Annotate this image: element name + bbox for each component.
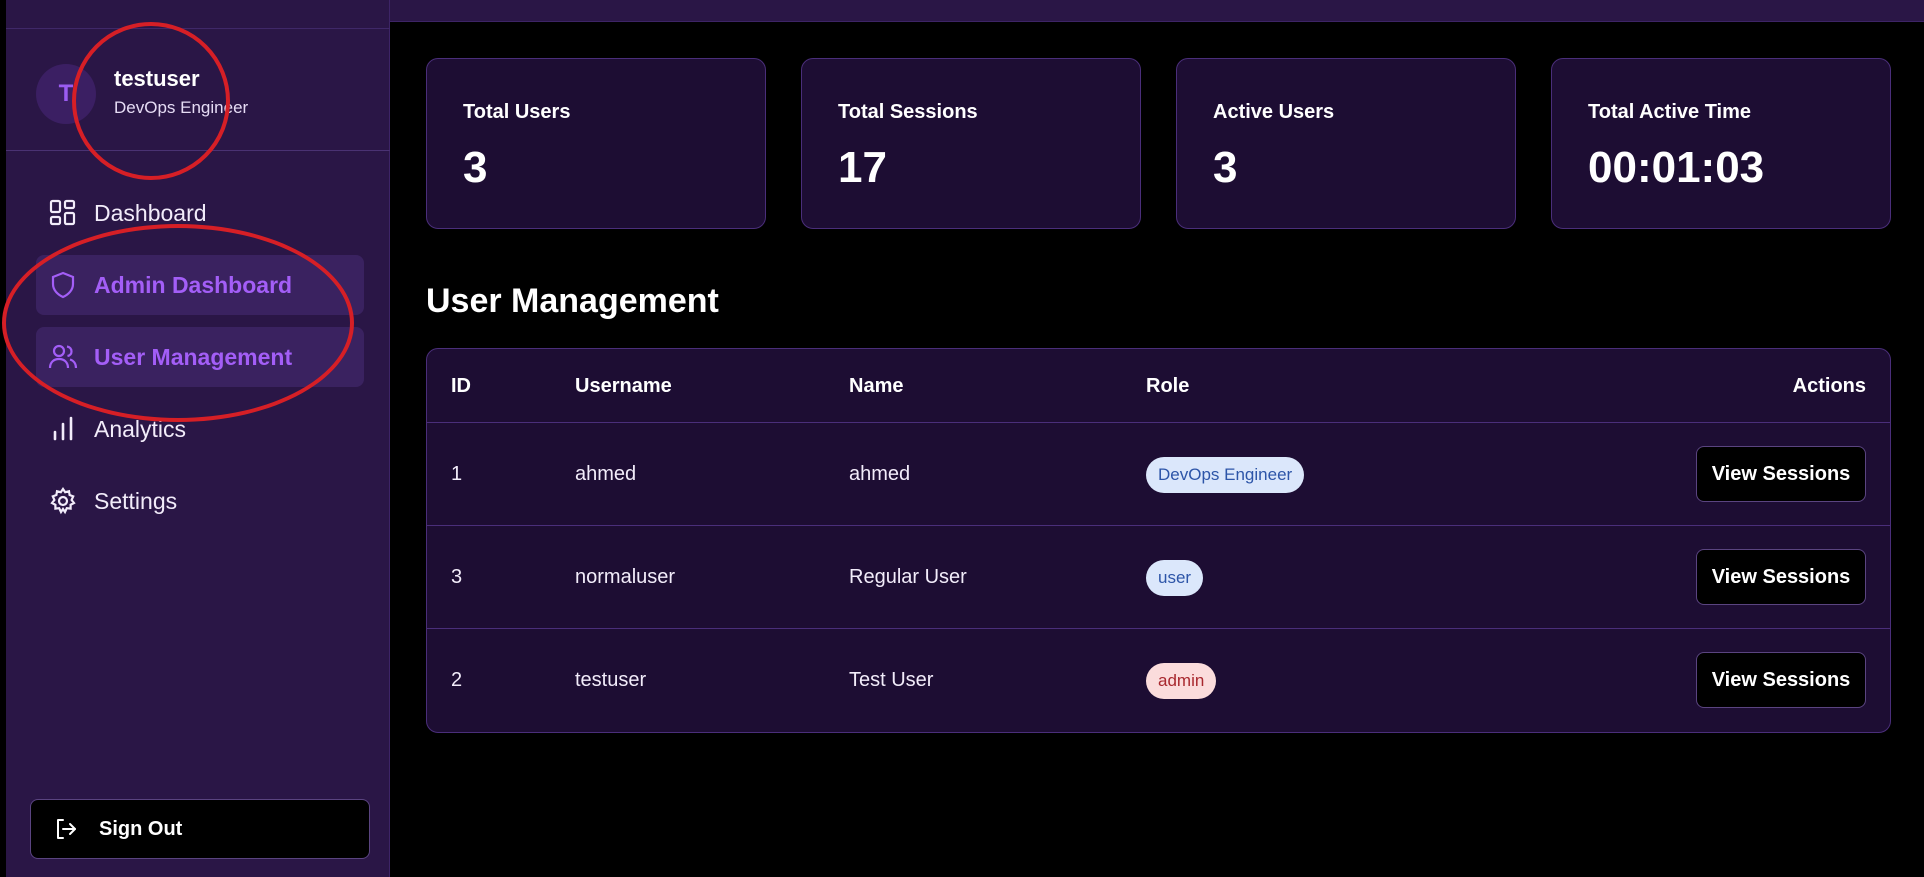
role-badge: admin (1146, 663, 1217, 699)
users-table: ID Username Name Role Actions 1 ahmed ah… (426, 348, 1891, 733)
page-title: User Management (426, 282, 719, 320)
stat-value: 3 (463, 143, 488, 192)
avatar: T (36, 64, 96, 124)
stat-card-active-users: Active Users 3 (1176, 58, 1516, 229)
sidebar-item-analytics[interactable]: Analytics (36, 399, 364, 459)
role-badge: DevOps Engineer (1146, 457, 1305, 493)
sign-out-button[interactable]: Sign Out (30, 799, 370, 859)
cell-name: Regular User (849, 566, 967, 588)
logout-icon (53, 816, 79, 842)
stat-value: 17 (838, 143, 887, 192)
sidebar-item-label: Settings (94, 487, 178, 514)
profile-name: testuser (114, 66, 200, 91)
profile-role: DevOps Engineer (114, 98, 249, 117)
sidebar-divider (6, 150, 390, 151)
sign-out-label: Sign Out (99, 817, 183, 840)
sidebar-item-settings[interactable]: Settings (36, 471, 364, 531)
cell-id: 3 (451, 566, 463, 588)
sidebar-item-label: Admin Dashboard (94, 271, 293, 298)
stat-title: Total Sessions (838, 101, 978, 123)
cell-id: 1 (451, 463, 463, 485)
users-icon (48, 342, 78, 372)
cell-name: ahmed (849, 463, 911, 485)
view-sessions-button[interactable]: View Sessions (1696, 652, 1866, 708)
cell-id: 2 (451, 669, 463, 691)
column-header-name: Name (849, 375, 904, 397)
stat-value: 3 (1213, 143, 1238, 192)
stat-value: 00:01:03 (1588, 143, 1765, 192)
top-bar (390, 0, 1924, 22)
bar-chart-icon (48, 414, 78, 444)
shield-icon (48, 270, 78, 300)
sidebar-top-divider (6, 28, 390, 29)
sidebar-item-dashboard[interactable]: Dashboard (36, 183, 364, 243)
table-row: 2 testuser Test User admin View Sessions (427, 629, 1890, 732)
sidebar-item-label: Analytics (94, 415, 187, 442)
sidebar-item-label: User Management (94, 343, 293, 370)
grid-icon (48, 198, 78, 228)
sidebar: T testuser DevOps Engineer Dashboard Adm… (6, 0, 390, 877)
stat-card-total-sessions: Total Sessions 17 (801, 58, 1141, 229)
view-sessions-button[interactable]: View Sessions (1696, 549, 1866, 605)
cell-username: ahmed (575, 463, 637, 485)
sidebar-item-user-management[interactable]: User Management (36, 327, 364, 387)
sidebar-item-admin-dashboard[interactable]: Admin Dashboard (36, 255, 364, 315)
cell-username: testuser (575, 669, 647, 691)
stat-title: Active Users (1213, 101, 1335, 123)
stat-card-total-active-time: Total Active Time 00:01:03 (1551, 58, 1891, 229)
cell-name: Test User (849, 669, 934, 691)
stat-card-total-users: Total Users 3 (426, 58, 766, 229)
gear-icon (48, 486, 78, 516)
role-badge: user (1146, 560, 1204, 596)
view-sessions-button[interactable]: View Sessions (1696, 446, 1866, 502)
column-header-username: Username (575, 375, 672, 397)
column-header-id: ID (451, 375, 471, 397)
column-header-actions: Actions (1792, 375, 1866, 397)
table-row: 1 ahmed ahmed DevOps Engineer View Sessi… (427, 423, 1890, 526)
stat-title: Total Users (463, 101, 571, 123)
table-header: ID Username Name Role Actions (427, 349, 1890, 423)
cell-username: normaluser (575, 566, 676, 588)
sidebar-item-label: Dashboard (94, 199, 207, 226)
sidebar-nav: Dashboard Admin Dashboard User Managemen… (36, 183, 364, 543)
column-header-role: Role (1146, 375, 1190, 397)
user-profile: T testuser DevOps Engineer (36, 60, 376, 130)
table-row: 3 normaluser Regular User user View Sess… (427, 526, 1890, 629)
stat-title: Total Active Time (1588, 101, 1752, 123)
